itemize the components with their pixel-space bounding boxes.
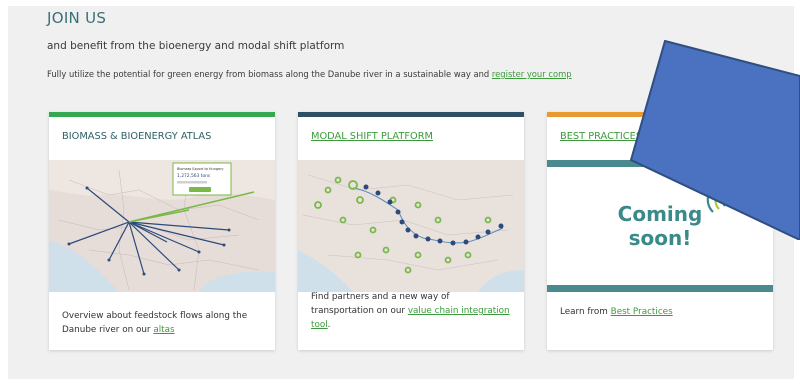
atlas-link[interactable]: altas: [153, 325, 174, 335]
section-description: Fully utilize the potential for green en…: [47, 69, 667, 79]
atlas-map-image[interactable]: Biomass Export to Hungary 1,272,563 tons: [49, 160, 275, 292]
best-practices-link[interactable]: Best Practices: [611, 307, 673, 317]
popup-value: 1,272,563 tons: [177, 173, 211, 179]
atlas-popup: Biomass Export to Hungary 1,272,563 tons: [172, 162, 232, 196]
modal-shift-text-end: .: [327, 320, 331, 330]
coming-soon-bottom-bar: [547, 285, 773, 292]
atlas-card-text: Overview about feedstock flows along the…: [62, 309, 262, 337]
atlas-card-title[interactable]: BIOMASS & BIOENERGY ATLAS: [62, 131, 211, 142]
modal-shift-map-image[interactable]: [298, 160, 524, 292]
modal-shift-card-text: Find partners and a new way of transport…: [311, 290, 511, 332]
card-accent-bar: [49, 112, 275, 117]
card-accent-bar: [298, 112, 524, 117]
modal-shift-card[interactable]: MODAL SHIFT PLATFORM Find partners and a…: [298, 112, 524, 350]
atlas-card[interactable]: BIOMASS & BIOENERGY ATLAS Biomass Export…: [49, 112, 275, 350]
modal-shift-card-title[interactable]: MODAL SHIFT PLATFORM: [311, 131, 433, 142]
best-practices-card-text: Learn from Best Practices: [560, 305, 760, 319]
blue-overlay-shape: [630, 40, 800, 240]
section-title: JOIN US: [47, 9, 107, 27]
description-text: Fully utilize the potential for green en…: [47, 69, 492, 79]
best-practices-description: Learn from: [560, 307, 611, 317]
modal-shift-title-link[interactable]: MODAL SHIFT PLATFORM: [311, 131, 433, 142]
popup-title: Biomass Export to Hungary: [177, 167, 223, 171]
register-link[interactable]: register your comp: [492, 69, 572, 79]
section-subtitle: and benefit from the bioenergy and modal…: [47, 40, 345, 52]
